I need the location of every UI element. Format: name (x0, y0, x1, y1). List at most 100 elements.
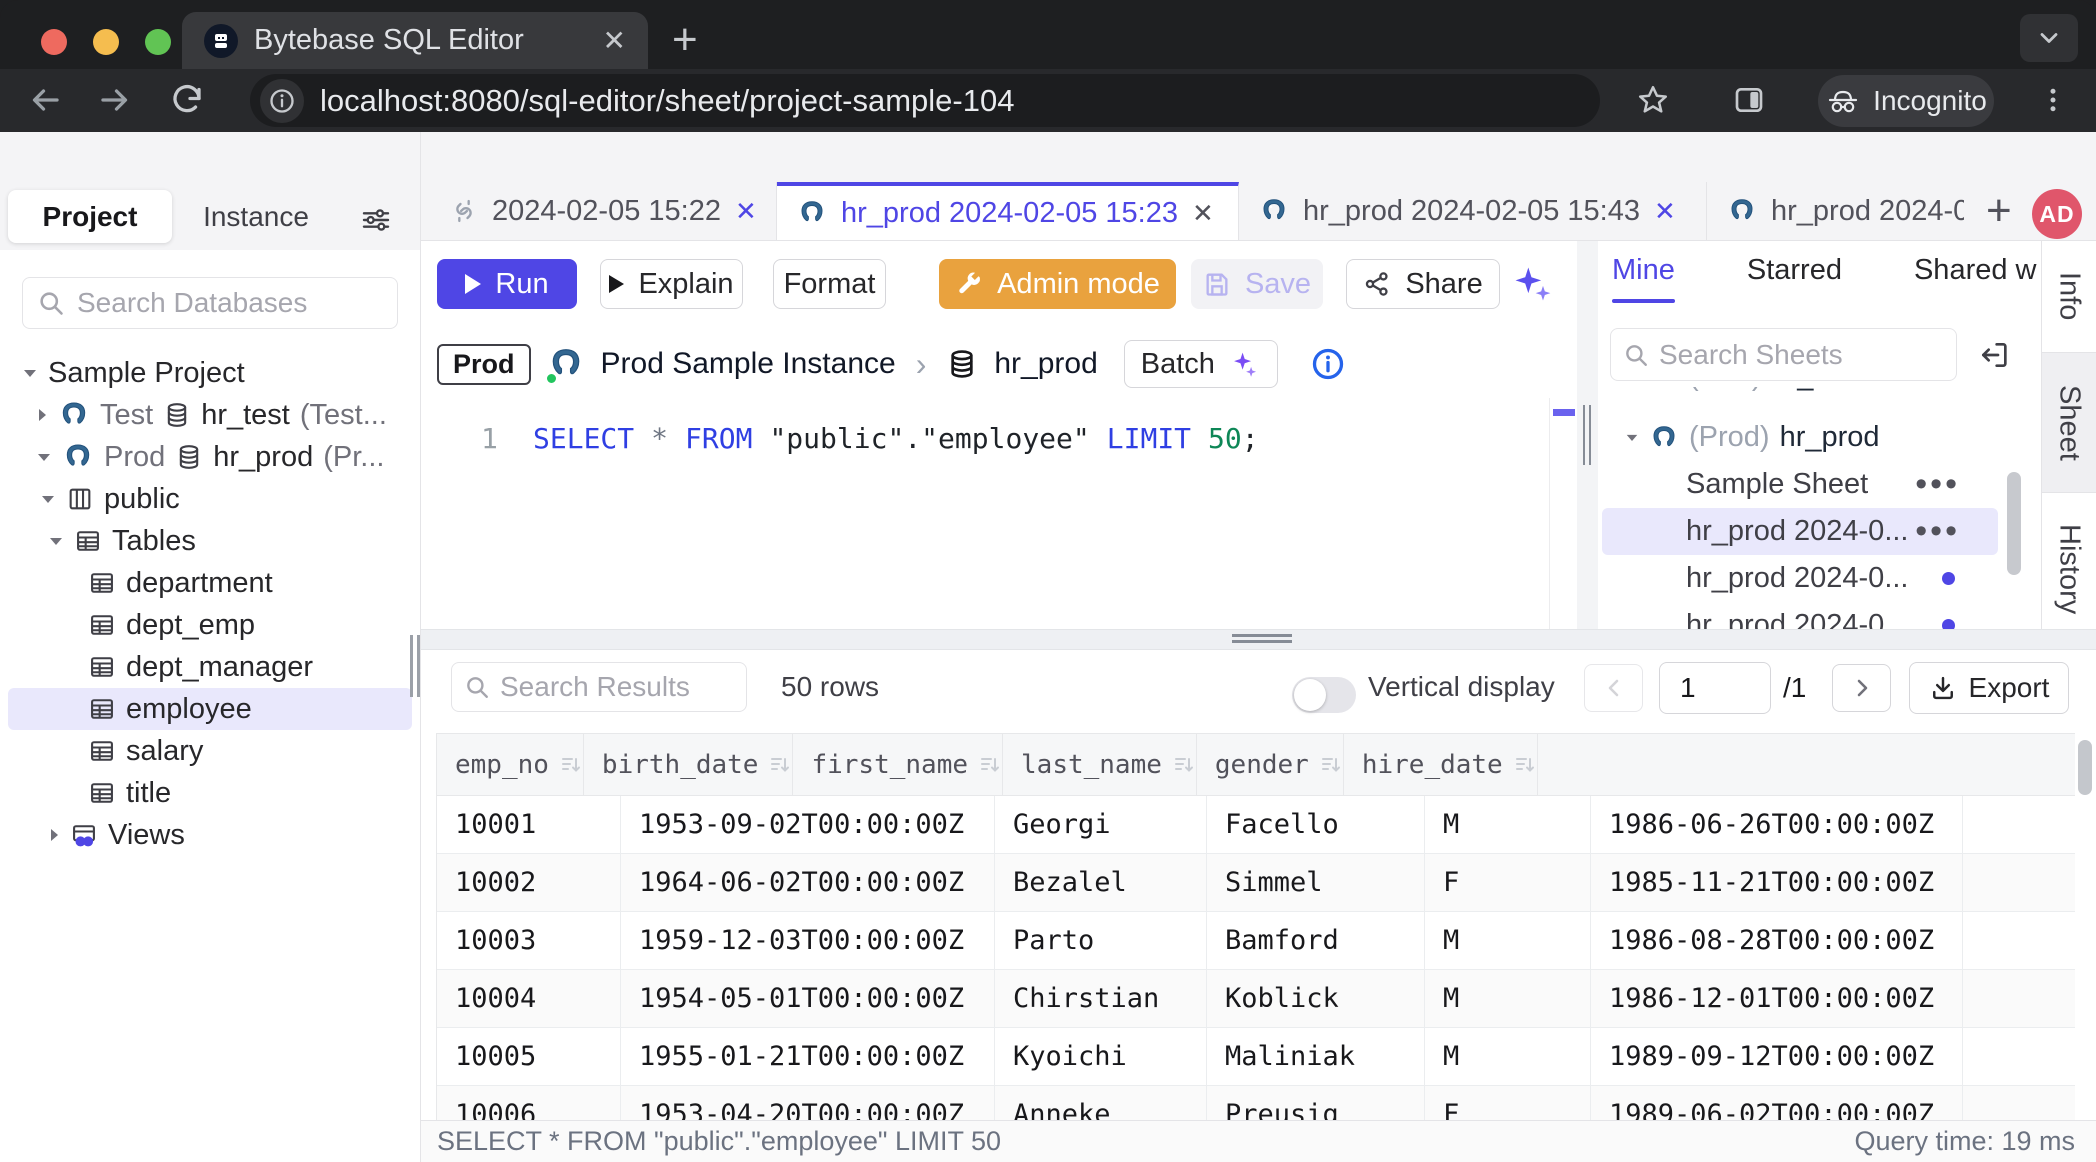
tree-node-schema[interactable]: public (0, 478, 420, 520)
tab-search-chevron-button[interactable] (2020, 14, 2078, 62)
results-search-input[interactable] (500, 671, 734, 703)
window-minimize-button[interactable] (93, 29, 119, 55)
sort-icon[interactable] (978, 753, 1002, 777)
tab-history[interactable]: History (2042, 493, 2096, 645)
tree-node-table[interactable]: title (0, 772, 420, 814)
editor-panel-resize-handle[interactable] (1577, 241, 1598, 631)
sort-icon[interactable] (559, 753, 583, 777)
sheet-list-scrollbar[interactable] (2007, 472, 2021, 575)
site-info-button[interactable] (260, 79, 304, 123)
connection-info-button[interactable] (1310, 346, 1346, 382)
window-zoom-button[interactable] (145, 29, 171, 55)
sort-icon[interactable] (1319, 753, 1343, 777)
tree-node-project[interactable]: Sample Project (0, 352, 420, 394)
side-panel-button[interactable] (1726, 77, 1772, 123)
save-button[interactable]: Save (1191, 259, 1323, 309)
caret-down-icon[interactable] (36, 451, 52, 463)
sheet-item-selected[interactable]: hr_prod 2024-0... ••• (1602, 508, 1998, 555)
column-header[interactable]: first_name (793, 734, 1003, 795)
caret-down-icon[interactable] (1625, 432, 1639, 443)
sheet-item[interactable]: Sample Sheet ••• (1598, 461, 2041, 508)
results-resize-handle[interactable] (421, 629, 2096, 650)
sheet-search[interactable] (1610, 328, 1957, 381)
filter-button[interactable] (358, 204, 394, 236)
tree-node-table[interactable]: salary (0, 730, 420, 772)
table-row[interactable]: 10006 1953-04-20T00:00:00Z Anneke Preusi… (437, 1086, 2075, 1120)
caret-down-icon[interactable] (40, 493, 56, 505)
bookmark-button[interactable] (1630, 77, 1676, 123)
run-button[interactable]: Run (437, 259, 577, 309)
sidebar-resize-handle[interactable] (410, 635, 420, 697)
ellipsis-menu-icon[interactable]: ••• (1915, 465, 1960, 504)
vertical-display-toggle[interactable] (1292, 677, 1356, 713)
column-header[interactable]: emp_no (437, 734, 584, 795)
instance-name[interactable]: Prod Sample Instance (601, 347, 896, 381)
close-icon[interactable]: ✕ (1192, 198, 1214, 229)
table-row[interactable]: 10004 1954-05-01T00:00:00Z Chirstian Kob… (437, 970, 2075, 1028)
database-search[interactable] (22, 277, 398, 329)
table-row[interactable]: 10005 1955-01-21T00:00:00Z Kyoichi Malin… (437, 1028, 2075, 1086)
tab-project[interactable]: Project (8, 190, 172, 243)
new-browser-tab-button[interactable]: + (672, 20, 698, 60)
sheet-item-clipped[interactable]: hr_prod 2024-0... (1598, 602, 2041, 631)
reload-button[interactable] (164, 77, 210, 123)
user-avatar[interactable]: AD (2032, 189, 2082, 239)
tab-sheet[interactable]: Sheet (2042, 353, 2096, 493)
tree-node-table[interactable]: dept_emp (0, 604, 420, 646)
table-row[interactable]: 10001 1953-09-02T00:00:00Z Georgi Facell… (437, 796, 2075, 854)
export-button[interactable]: Export (1909, 662, 2069, 714)
table-row[interactable]: 10003 1959-12-03T00:00:00Z Parto Bamford… (437, 912, 2075, 970)
window-close-button[interactable] (41, 29, 67, 55)
batch-button[interactable]: Batch (1124, 340, 1278, 388)
tree-node-views-group[interactable]: Views (0, 814, 420, 856)
column-header[interactable]: hire_date (1344, 734, 1538, 795)
tree-node-test-db[interactable]: Test hr_test (Test... (0, 394, 420, 436)
table-row[interactable]: 10002 1964-06-02T00:00:00Z Bezalel Simme… (437, 854, 2075, 912)
sheet-search-input[interactable] (1659, 339, 1944, 371)
collapse-panel-icon[interactable] (1978, 339, 2010, 371)
tab-info[interactable]: Info (2042, 241, 2096, 353)
tab-mine[interactable]: Mine (1612, 254, 1675, 303)
sheet-item[interactable]: hr_prod 2024-0... (1598, 555, 2041, 602)
sort-icon[interactable] (1513, 753, 1537, 777)
prev-page-button[interactable] (1584, 664, 1643, 712)
tab-shared[interactable]: Shared w (1914, 254, 2037, 303)
tab-instance[interactable]: Instance (196, 190, 316, 243)
sort-icon[interactable] (768, 753, 792, 777)
caret-down-icon[interactable] (22, 367, 38, 379)
page-number-input[interactable] (1659, 662, 1771, 714)
close-icon[interactable]: ✕ (735, 196, 757, 227)
results-scrollbar[interactable] (2078, 740, 2092, 795)
back-button[interactable] (22, 77, 68, 123)
browser-tab[interactable]: Bytebase SQL Editor ✕ (182, 12, 648, 69)
database-search-input[interactable] (77, 287, 383, 319)
sheet-tab-1[interactable]: 2024-02-05 15:22 ✕ (430, 182, 777, 240)
sheet-tab-4[interactable]: hr_prod 2024-0 (1707, 182, 1964, 240)
ellipsis-menu-icon[interactable]: ••• (1915, 512, 1960, 551)
column-header[interactable]: gender (1197, 734, 1344, 795)
address-bar[interactable]: localhost:8080/sql-editor/sheet/project-… (250, 74, 1600, 127)
next-page-button[interactable] (1832, 664, 1891, 712)
tree-node-table[interactable]: employee (8, 688, 412, 730)
sort-icon[interactable] (1172, 753, 1196, 777)
sheet-group-clipped[interactable]: (Test) hr_test (1598, 387, 2041, 400)
sheet-group[interactable]: (Prod) hr_prod (1598, 414, 2041, 461)
column-header[interactable]: last_name (1003, 734, 1197, 795)
tree-node-table[interactable]: department (0, 562, 420, 604)
column-header[interactable]: birth_date (584, 734, 794, 795)
ai-sparkle-icon[interactable] (1510, 262, 1554, 306)
caret-right-icon[interactable] (48, 827, 60, 843)
tree-node-prod-db[interactable]: Prod hr_prod (Pr... (0, 436, 420, 478)
admin-mode-button[interactable]: Admin mode (939, 259, 1176, 309)
caret-right-icon[interactable] (36, 407, 48, 423)
sheet-tab-2-active[interactable]: hr_prod 2024-02-05 15:23 ✕ (777, 182, 1239, 240)
new-sheet-button[interactable]: + (1964, 182, 2034, 240)
caret-down-icon[interactable] (48, 535, 64, 547)
tree-node-table[interactable]: dept_manager (0, 646, 420, 688)
close-icon[interactable]: ✕ (1654, 196, 1676, 227)
database-name[interactable]: hr_prod (994, 347, 1097, 381)
results-search[interactable] (451, 662, 747, 712)
sql-editor[interactable]: 1 SELECT*FROM"public"."employee"LIMIT50; (421, 398, 1549, 631)
forward-button[interactable] (92, 77, 138, 123)
tree-node-tables-group[interactable]: Tables (0, 520, 420, 562)
